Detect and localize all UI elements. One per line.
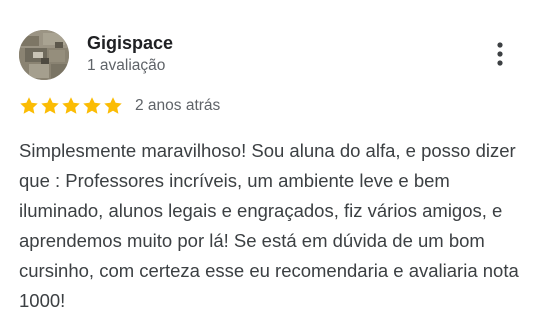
more-vert-icon	[497, 42, 503, 66]
more-options-button[interactable]	[484, 36, 516, 72]
star-icon	[104, 97, 122, 114]
reviewer-name[interactable]: Gigispace	[87, 32, 173, 54]
avatar[interactable]	[19, 30, 69, 80]
star-icon	[62, 97, 80, 114]
star-icon	[20, 97, 38, 114]
star-icon	[41, 97, 59, 114]
review-count: 1 avaliação	[87, 57, 166, 74]
star-rating	[19, 96, 123, 116]
review-date: 2 anos atrás	[135, 97, 221, 114]
star-icon	[83, 97, 101, 114]
rating-row: 2 anos atrás	[19, 96, 220, 116]
avatar-photo	[19, 30, 69, 80]
review-card: Gigispace 1 avaliação 2 anos atrás Simpl…	[0, 0, 536, 330]
review-text: Simplesmente maravilhoso! Sou aluna do a…	[19, 140, 519, 311]
